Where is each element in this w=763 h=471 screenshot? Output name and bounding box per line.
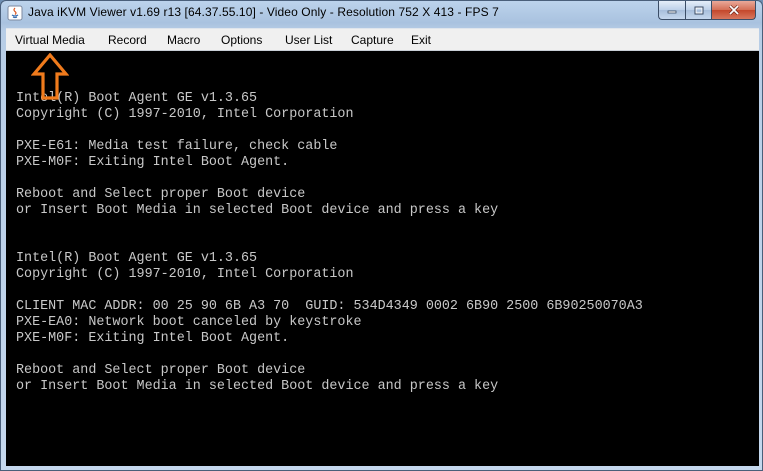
window-controls — [658, 1, 756, 20]
menu-exit[interactable]: Exit — [411, 33, 431, 47]
menu-capture[interactable]: Capture — [351, 33, 394, 47]
minimize-icon — [667, 10, 677, 14]
menu-record[interactable]: Record — [108, 33, 147, 47]
console-line: PXE-M0F: Exiting Intel Boot Agent. — [16, 155, 290, 170]
close-icon — [728, 4, 739, 16]
console-line: PXE-E61: Media test failure, check cable — [16, 139, 338, 154]
menu-user-list[interactable]: User List — [285, 33, 332, 47]
up-arrow-icon — [31, 53, 69, 100]
java-icon[interactable] — [7, 5, 23, 21]
ikvm-viewer-window: Java iKVM Viewer v1.69 r13 [64.37.55.10]… — [0, 0, 763, 471]
console-line: Copyright (C) 1997-2010, Intel Corporati… — [16, 267, 354, 282]
maximize-icon — [694, 6, 703, 14]
menu-bar: Virtual Media Record Macro Options User … — [6, 28, 759, 51]
menu-virtual-media[interactable]: Virtual Media — [15, 33, 85, 47]
remote-console-screen[interactable]: Intel(R) Boot Agent GE v1.3.65 Copyright… — [6, 51, 759, 466]
console-line: Reboot and Select proper Boot device — [16, 363, 306, 378]
console-line: Copyright (C) 1997-2010, Intel Corporati… — [16, 107, 354, 122]
window-title: Java iKVM Viewer v1.69 r13 [64.37.55.10]… — [28, 5, 499, 19]
console-line: or Insert Boot Media in selected Boot de… — [16, 203, 499, 218]
console-line: Reboot and Select proper Boot device — [16, 187, 306, 202]
menu-macro[interactable]: Macro — [167, 33, 200, 47]
console-line: PXE-EA0: Network boot canceled by keystr… — [16, 315, 362, 330]
title-bar[interactable]: Java iKVM Viewer v1.69 r13 [64.37.55.10]… — [1, 1, 762, 27]
menu-options[interactable]: Options — [221, 33, 262, 47]
console-line: PXE-M0F: Exiting Intel Boot Agent. — [16, 331, 290, 346]
console-line: Intel(R) Boot Agent GE v1.3.65 — [16, 251, 258, 266]
console-line: CLIENT MAC ADDR: 00 25 90 6B A3 70 GUID:… — [16, 299, 643, 314]
close-button[interactable] — [712, 1, 756, 20]
console-line: or Insert Boot Media in selected Boot de… — [16, 379, 499, 394]
maximize-button[interactable] — [685, 1, 712, 20]
minimize-button[interactable] — [658, 1, 685, 20]
